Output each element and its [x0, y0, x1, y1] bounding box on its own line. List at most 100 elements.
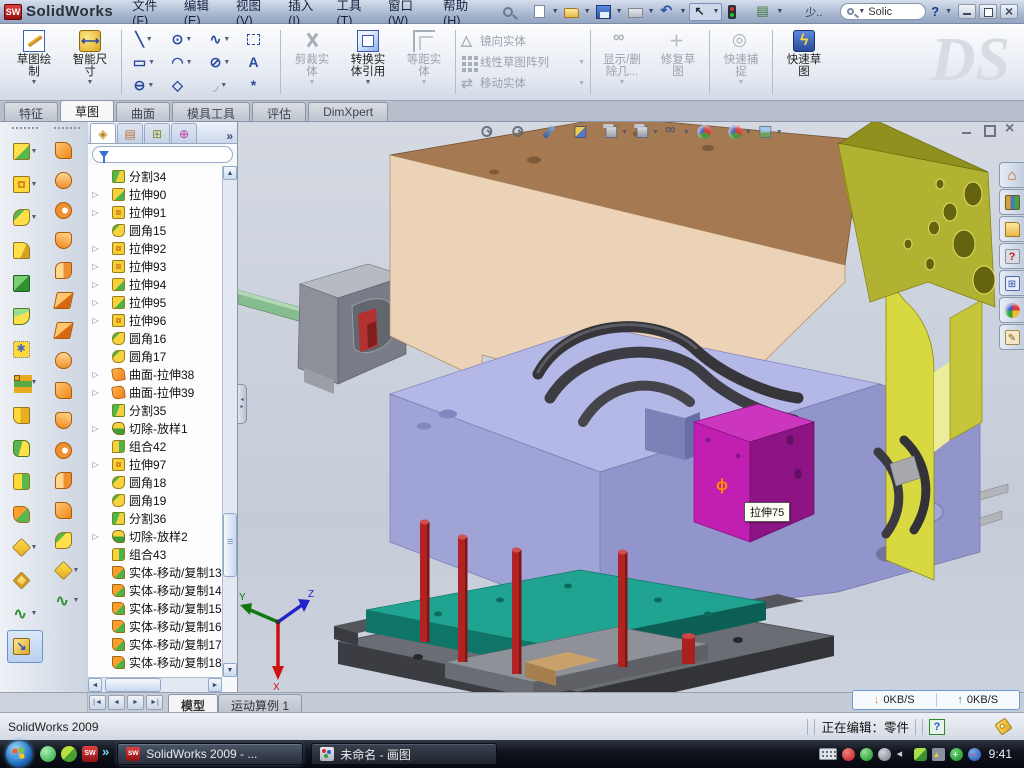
- surface-delete-face-icon[interactable]: ▼: [49, 435, 85, 465]
- tab-dimxpert[interactable]: DimXpert: [308, 102, 388, 121]
- zoom-fit-icon[interactable]: ▼: [479, 124, 504, 140]
- tree-item[interactable]: ▷ ▷ 组合42: [88, 437, 222, 455]
- dropdown-arrow-icon[interactable]: ▼: [309, 79, 316, 86]
- dropdown-arrow-icon[interactable]: ▼: [31, 544, 38, 551]
- tree-item[interactable]: ▷ ▷ 曲面-拉伸39: [88, 383, 222, 401]
- expand-icon[interactable]: ▷: [90, 298, 101, 307]
- fillet-icon[interactable]: ▼: [7, 201, 43, 234]
- dropdown-arrow-icon[interactable]: ▼: [73, 597, 80, 604]
- dropdown-arrow-icon[interactable]: ▼: [73, 567, 80, 574]
- point-tool[interactable]: * ▼: [239, 74, 277, 97]
- dropdown-arrow-icon[interactable]: ▼: [223, 36, 230, 43]
- quick-launch-chevron-icon[interactable]: »: [102, 744, 109, 759]
- sketch-button[interactable]: 草图绘制 ▼: [6, 26, 62, 98]
- tree-item[interactable]: ▷ ▷ 圆角15: [88, 221, 222, 239]
- new-document-icon[interactable]: ▼: [530, 4, 561, 19]
- quick-launch-solidworks-icon[interactable]: SW: [82, 746, 98, 762]
- dropdown-arrow-icon[interactable]: ▼: [745, 129, 752, 136]
- surface-boundary-icon[interactable]: ▼: [49, 255, 85, 285]
- surface-thicken-icon[interactable]: ▼: [49, 525, 85, 555]
- taskpane-view-palette-tab[interactable]: ⊞: [999, 270, 1024, 296]
- dropdown-arrow-icon[interactable]: ▼: [31, 610, 38, 617]
- surface-untrim-icon[interactable]: ▼: [49, 495, 85, 525]
- taskbar-button-paint[interactable]: 未命名 - 画图: [311, 743, 497, 765]
- rib-icon[interactable]: ▼: [7, 399, 43, 432]
- combine-tool-icon[interactable]: ▼: [7, 465, 43, 498]
- tree-item[interactable]: ▷ ▷ 实体-移动/复制14: [88, 581, 222, 599]
- tree-item[interactable]: ▷ ▷ 拉伸93: [88, 257, 222, 275]
- search-value[interactable]: Solic: [868, 6, 919, 18]
- surface-revolve-icon[interactable]: ▼: [49, 165, 85, 195]
- slot-tool[interactable]: ⊖ ▼: [125, 74, 163, 97]
- extruded-cut-icon[interactable]: ▼: [7, 168, 43, 201]
- tree-item[interactable]: ▷ ▷ 拉伸97: [88, 455, 222, 473]
- search-dropdown-icon[interactable]: ▼: [858, 8, 865, 15]
- delete-body-icon[interactable]: ▼: [7, 564, 43, 597]
- scroll-right-icon[interactable]: ►: [208, 678, 222, 692]
- tab-evaluate[interactable]: 评估: [252, 102, 306, 121]
- tree-filter-input[interactable]: [92, 146, 233, 163]
- tab-model[interactable]: 模型: [168, 694, 218, 712]
- display-style-icon[interactable]: ▼: [634, 124, 659, 140]
- dropdown-arrow-icon[interactable]: ▼: [31, 79, 38, 86]
- expand-icon[interactable]: ▷: [90, 190, 101, 199]
- doc-restore-button[interactable]: [982, 124, 996, 136]
- surface-freeform-icon[interactable]: ▼: [49, 345, 85, 375]
- tray-sync-icon[interactable]: [968, 748, 981, 761]
- shell-icon[interactable]: ▼: [7, 267, 43, 300]
- expand-icon[interactable]: ▷: [90, 280, 101, 289]
- expand-icon[interactable]: ▷: [90, 532, 101, 541]
- dropdown-arrow-icon[interactable]: ▼: [365, 79, 372, 86]
- tree-item[interactable]: ▷ ▷ 拉伸90: [88, 185, 222, 203]
- tray-security-shield-icon[interactable]: [860, 748, 873, 761]
- tab-sketch[interactable]: 草图: [60, 100, 114, 121]
- surface-extend-icon[interactable]: ▼: [49, 405, 85, 435]
- dropdown-arrow-icon[interactable]: ▼: [648, 8, 655, 15]
- tree-item[interactable]: ▷ ▷ 分割35: [88, 401, 222, 419]
- dropdown-arrow-icon[interactable]: ▼: [220, 82, 227, 89]
- help-dropdown-icon[interactable]: ▼: [945, 8, 952, 15]
- circle-tool[interactable]: ⊙ ▼: [163, 28, 201, 51]
- tab-features[interactable]: 特征: [4, 102, 58, 121]
- dropdown-arrow-icon[interactable]: ▼: [652, 129, 659, 136]
- dropdown-arrow-icon[interactable]: ▼: [680, 8, 687, 15]
- tree-item[interactable]: ▷ ▷ 切除-放样1: [88, 419, 222, 437]
- open-icon[interactable]: ▼: [562, 4, 593, 19]
- move-entities-button[interactable]: 移动实体 ▼: [459, 74, 587, 92]
- undo-icon[interactable]: ▼: [658, 4, 689, 20]
- taskpane-solidworks-resources-tab[interactable]: ?: [999, 243, 1024, 269]
- sheet-prev-button[interactable]: ◄: [108, 695, 125, 710]
- propertymanager-tab[interactable]: ▤: [117, 123, 143, 143]
- tree-vertical-scrollbar[interactable]: ▲ ▼: [222, 166, 237, 677]
- surface-offset-icon[interactable]: ▼: [49, 285, 85, 315]
- configurationmanager-tab[interactable]: ⊞: [144, 123, 170, 143]
- surface-trim-icon[interactable]: ▼: [49, 195, 85, 225]
- search-input[interactable]: ▼ Solic: [840, 3, 926, 20]
- dropdown-arrow-icon[interactable]: ▼: [776, 129, 783, 136]
- tree-item[interactable]: ▷ ▷ 实体-移动/复制15: [88, 599, 222, 617]
- surface-replace-face-icon[interactable]: ▼: [49, 465, 85, 495]
- linear-sketch-pattern-button[interactable]: 线性草图阵列 ▼: [459, 53, 587, 71]
- surface-fill-icon[interactable]: ▼: [49, 555, 85, 585]
- tray-update-icon[interactable]: [878, 748, 891, 761]
- expand-icon[interactable]: ▷: [90, 370, 101, 379]
- tray-volume-icon[interactable]: [896, 748, 909, 761]
- toolbar-grip[interactable]: [54, 127, 80, 131]
- save-icon[interactable]: ▼: [594, 4, 625, 20]
- view-previous-icon[interactable]: ▼: [541, 124, 566, 140]
- panel-splitter-handle[interactable]: ◂▸: [238, 384, 247, 424]
- expand-icon[interactable]: ▷: [90, 316, 101, 325]
- dropdown-arrow-icon[interactable]: ▼: [738, 79, 745, 86]
- expand-icon[interactable]: ▷: [90, 460, 101, 469]
- tree-item[interactable]: ▷ ▷ 分割34: [88, 167, 222, 185]
- offset-entities-button[interactable]: 等距实体 ▼: [396, 26, 452, 98]
- dropdown-arrow-icon[interactable]: ▼: [619, 79, 626, 86]
- tree-item[interactable]: ▷ ▷ 分割36: [88, 509, 222, 527]
- chamfer-icon[interactable]: ▼: [7, 234, 43, 267]
- expand-icon[interactable]: ▷: [90, 388, 101, 397]
- tree-item[interactable]: ▷ ▷ 拉伸91: [88, 203, 222, 221]
- quick-launch-360-icon[interactable]: [61, 746, 77, 762]
- tree-item[interactable]: ▷ ▷ 实体-移动/复制16: [88, 617, 222, 635]
- dropdown-arrow-icon[interactable]: ▼: [31, 148, 38, 155]
- dropdown-arrow-icon[interactable]: ▼: [147, 82, 154, 89]
